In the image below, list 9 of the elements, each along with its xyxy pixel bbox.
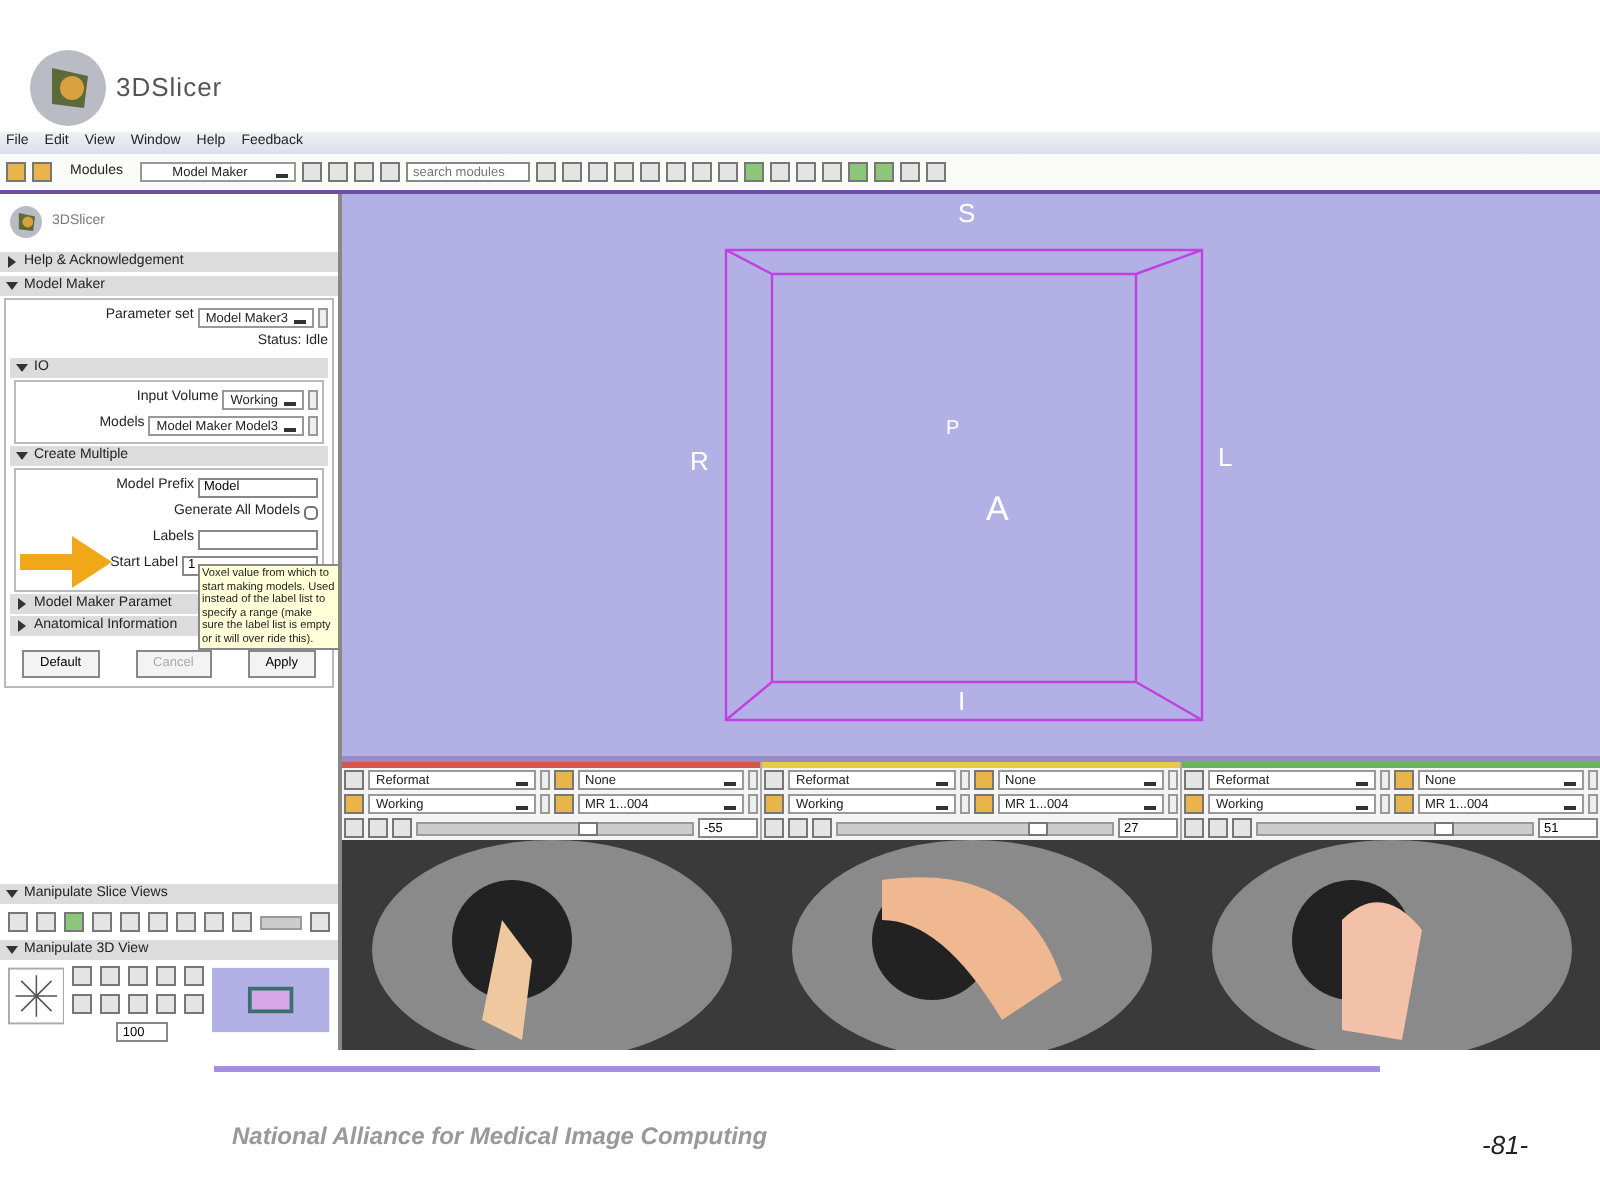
app-name: 3DSlicer: [116, 70, 223, 107]
axis-label: P: [946, 416, 960, 444]
axis-label: R: [690, 444, 709, 480]
axis-label: I: [958, 684, 966, 720]
axis-label: L: [1218, 440, 1233, 476]
axis-label: S: [958, 196, 976, 232]
organization-name: National Alliance for Medical Image Computing: [232, 1120, 768, 1154]
axis-label: A: [986, 488, 1009, 532]
page-number: -81-: [1482, 1128, 1529, 1164]
